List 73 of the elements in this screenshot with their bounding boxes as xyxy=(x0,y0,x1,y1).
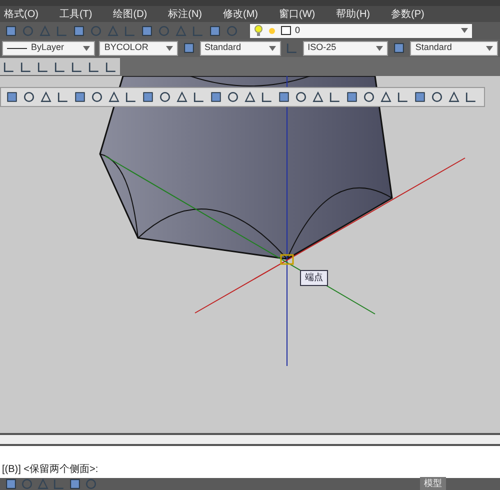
tool-icon[interactable] xyxy=(73,90,87,104)
lightbulb-icon xyxy=(254,25,263,36)
caret-icon xyxy=(486,46,493,50)
command-line: [(B)] <保留两个侧面>: xyxy=(2,463,100,477)
tool-icon[interactable] xyxy=(39,90,53,104)
tool-icon[interactable] xyxy=(124,90,138,104)
menu-item[interactable]: 绘图(D) xyxy=(113,6,148,22)
tool-icon[interactable] xyxy=(413,90,427,104)
tool-icon[interactable] xyxy=(328,90,342,104)
tool-icon[interactable] xyxy=(87,60,101,74)
tool-icon[interactable] xyxy=(175,90,189,104)
color-swatch xyxy=(281,26,291,35)
style-dropdown[interactable]: Standard xyxy=(200,40,281,56)
tool-icon[interactable] xyxy=(36,60,50,74)
tool-icon[interactable] xyxy=(22,90,36,104)
tool-icon[interactable] xyxy=(56,90,70,104)
dropdown-value: BYCOLOR xyxy=(104,41,150,54)
tool-icon[interactable] xyxy=(53,60,67,74)
tool-icon[interactable] xyxy=(20,477,34,490)
tool-icon[interactable] xyxy=(362,90,376,104)
caret-icon xyxy=(83,46,90,50)
dropdown-value: Standard xyxy=(415,41,453,54)
layer-dropdown[interactable]: 0 xyxy=(250,24,472,38)
menu-item[interactable]: 工具(T) xyxy=(59,6,92,22)
tool-icon[interactable] xyxy=(2,60,16,74)
style-dropdown[interactable]: Standard xyxy=(410,40,498,56)
menu-item[interactable]: 帮助(H) xyxy=(336,6,370,22)
tool-icon[interactable] xyxy=(84,477,98,490)
tool-icon[interactable] xyxy=(141,90,155,104)
tool-icon[interactable] xyxy=(52,477,66,490)
dropdown-value: ByLayer xyxy=(31,41,66,54)
tool-icon[interactable] xyxy=(311,90,325,104)
menu-item[interactable]: 格式(O) xyxy=(4,6,38,22)
tool-icon[interactable] xyxy=(192,90,206,104)
style-dropdown[interactable]: ISO-25 xyxy=(302,40,388,56)
tool-icon[interactable] xyxy=(464,90,478,104)
tool-icon[interactable] xyxy=(19,60,33,74)
tooltip: 端点 xyxy=(300,270,328,286)
tool-icon[interactable] xyxy=(430,90,444,104)
tool-icon[interactable] xyxy=(4,477,18,490)
caret-icon xyxy=(461,28,468,33)
layer-name: 0 xyxy=(295,24,302,37)
tool-icon[interactable] xyxy=(107,90,121,104)
tool-icon[interactable] xyxy=(396,90,410,104)
menu-item[interactable]: 窗口(W) xyxy=(279,6,316,22)
tool-icon[interactable] xyxy=(70,60,84,74)
dropdown-value: ISO-25 xyxy=(308,41,338,54)
caret-icon xyxy=(166,46,173,50)
tool-icon[interactable] xyxy=(36,477,50,490)
dropdown-value: Standard xyxy=(204,41,242,54)
tool-icon[interactable] xyxy=(277,90,291,104)
menu-item[interactable]: 标注(N) xyxy=(168,6,202,22)
tool-icon[interactable] xyxy=(104,60,118,74)
tool-icon[interactable] xyxy=(68,477,82,490)
style-dropdown[interactable]: BYCOLOR xyxy=(99,40,178,56)
tool-icon[interactable] xyxy=(209,90,223,104)
caret-icon xyxy=(376,46,384,50)
model-tab[interactable]: 模型 xyxy=(420,477,446,490)
style-dropdown[interactable]: ByLayer xyxy=(2,40,96,56)
tool-icon[interactable] xyxy=(158,90,172,104)
tool-icon[interactable] xyxy=(379,90,393,104)
tool-icon[interactable] xyxy=(90,90,104,104)
tool-icon[interactable] xyxy=(5,90,19,104)
tool-icon[interactable] xyxy=(294,90,308,104)
tool-icon[interactable] xyxy=(447,90,461,104)
tool-icon[interactable] xyxy=(345,90,359,104)
tool-icon[interactable] xyxy=(226,90,240,104)
caret-icon xyxy=(268,46,276,50)
menu-item[interactable]: 修改(M) xyxy=(223,6,258,22)
menu-item[interactable]: 参数(P) xyxy=(391,6,424,22)
tool-icon[interactable] xyxy=(260,90,274,104)
sun-icon xyxy=(267,26,277,36)
tool-icon[interactable] xyxy=(243,90,257,104)
